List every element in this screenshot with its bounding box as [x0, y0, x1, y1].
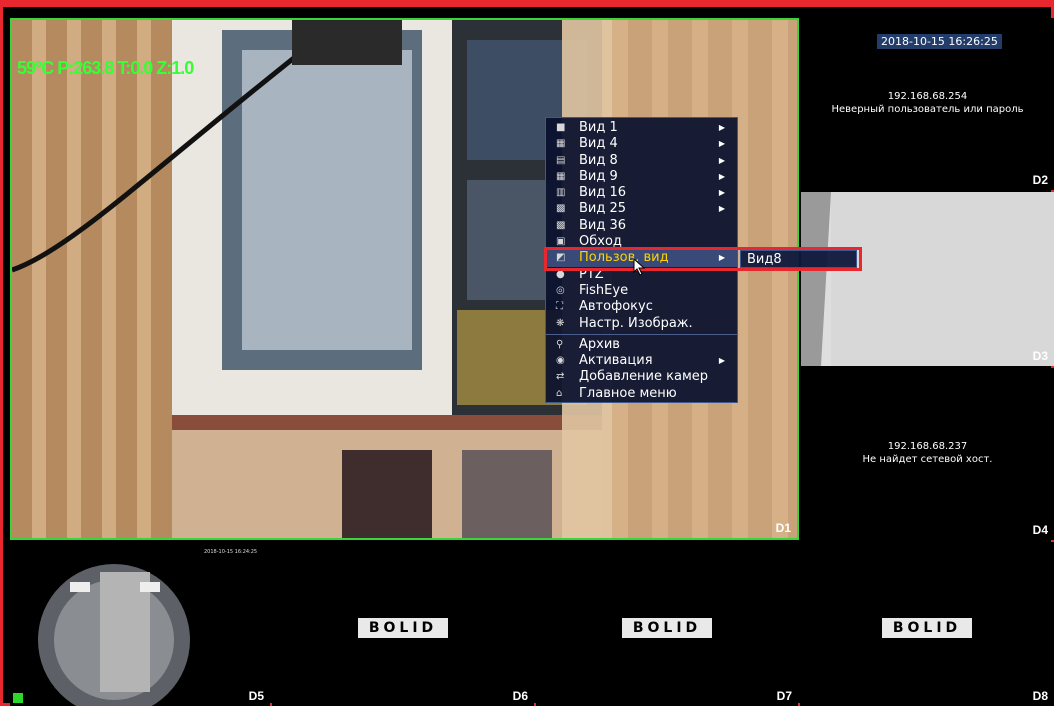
menu-item-label: Вид 9 — [579, 168, 618, 184]
menu-item-label: Вид 8 — [579, 152, 618, 168]
menu-item-autofocus[interactable]: ⛶ Автофокус — [546, 299, 737, 315]
menu-item-label: Добавление камер — [579, 369, 709, 385]
layout-36-icon: ▩ — [556, 219, 566, 231]
layout-4-icon: ▦ — [556, 138, 566, 150]
menu-item-label: Вид 25 — [579, 201, 627, 217]
channel-label-d5: D5 — [248, 689, 264, 703]
menu-item-activation[interactable]: ◉ Активация ▶ — [546, 353, 737, 369]
channel-label-d3: D3 — [1032, 349, 1048, 363]
brand-logo: BOLID — [882, 618, 972, 638]
brand-logo: BOLID — [358, 618, 448, 638]
brand-logo: BOLID — [622, 618, 712, 638]
ptz-icon: ● — [556, 268, 565, 280]
camera-tile-d7[interactable]: BOLID D7 — [536, 542, 798, 706]
menu-item-view9[interactable]: ▦ Вид 9 ▶ — [546, 169, 737, 185]
menu-item-view16[interactable]: ▥ Вид 16 ▶ — [546, 185, 737, 201]
menu-item-label: Вид 4 — [579, 136, 618, 152]
chevron-right-icon: ▶ — [718, 139, 725, 149]
menu-item-label: Активация — [579, 353, 653, 369]
menu-item-archive[interactable]: ⚲ Архив — [546, 337, 737, 353]
error-message: Не найдет сетевой хост. — [862, 454, 993, 465]
timestamp: 2018-10-15 16:26:25 — [877, 34, 1002, 49]
channel-label-d4: D4 — [1032, 523, 1048, 537]
activation-icon: ◉ — [556, 355, 565, 367]
chevron-right-icon: ▶ — [718, 356, 725, 366]
layout-8-icon: ▤ — [556, 154, 566, 166]
layout-9-icon: ▦ — [556, 170, 566, 182]
menu-item-main-menu[interactable]: ⌂ Главное меню — [546, 386, 737, 402]
tour-icon: ▣ — [556, 236, 566, 248]
menu-item-view4[interactable]: ▦ Вид 4 ▶ — [546, 136, 737, 152]
camera-ip: 192.168.68.237 — [887, 441, 968, 452]
layout-25-icon: ▩ — [556, 203, 566, 215]
camera-tile-d4[interactable]: 192.168.68.237 Не найдет сетевой хост. D… — [801, 368, 1054, 540]
image-settings-icon: ❋ — [556, 317, 565, 329]
menu-item-label: Вид 36 — [579, 217, 627, 233]
chevron-right-icon: ▶ — [718, 204, 725, 214]
menu-item-view8[interactable]: ▤ Вид 8 ▶ — [546, 153, 737, 169]
layout-16-icon: ▥ — [556, 187, 566, 199]
menu-item-view25[interactable]: ▩ Вид 25 ▶ — [546, 201, 737, 217]
menu-item-label: Автофокус — [579, 299, 653, 315]
fisheye-image-d5 — [38, 564, 190, 706]
menu-item-label: Вид 1 — [579, 120, 618, 135]
fisheye-icon: ◎ — [556, 284, 565, 296]
channel-label-d7: D7 — [776, 689, 792, 703]
chevron-right-icon: ▶ — [718, 188, 725, 198]
layout-1-icon: ■ — [556, 122, 566, 133]
mouse-cursor-icon — [633, 258, 646, 276]
chevron-right-icon: ▶ — [718, 171, 725, 181]
camera-tile-d5[interactable]: 2018-10-15 16:24:25 D5 — [10, 542, 270, 706]
camera-tile-d6[interactable]: BOLID D6 — [272, 542, 534, 706]
menu-item-label: FishEye — [579, 282, 629, 298]
ptz-overlay: 59°C P:263.8 T:0.0 Z:1.0 — [17, 58, 194, 78]
channel-label-d6: D6 — [512, 689, 528, 703]
menu-item-add-camera[interactable]: ⇄ Добавление камер — [546, 369, 737, 385]
chevron-right-icon: ▶ — [718, 155, 725, 165]
home-icon: ⌂ — [556, 387, 563, 399]
record-indicator — [13, 693, 23, 703]
menu-item-image-settings[interactable]: ❋ Настр. Изображ. — [546, 316, 737, 332]
camera-tile-d3[interactable]: D3 — [801, 192, 1054, 366]
timestamp: 2018-10-15 16:24:25 — [204, 549, 258, 555]
autofocus-icon: ⛶ — [556, 301, 563, 313]
channel-label-d2: D2 — [1032, 173, 1048, 187]
menu-item-view36[interactable]: ▩ Вид 36 — [546, 218, 737, 234]
menu-item-label: Вид 16 — [579, 185, 627, 201]
menu-item-label: Настр. Изображ. — [579, 315, 693, 331]
error-message: Неверный пользователь или пароль — [831, 104, 1024, 115]
camera-tile-d8[interactable]: BOLID D8 — [800, 542, 1054, 706]
camera-image-d3 — [801, 192, 1054, 366]
chevron-right-icon: ▶ — [718, 123, 725, 132]
menu-item-label: Архив — [579, 336, 620, 352]
channel-label-d8: D8 — [1032, 689, 1048, 703]
menu-item-fisheye[interactable]: ◎ FishEye — [546, 283, 737, 299]
menu-divider — [546, 333, 737, 335]
camera-tile-d2[interactable]: 2018-10-15 16:26:25 192.168.68.254 Невер… — [801, 18, 1054, 190]
menu-item-view1[interactable]: ■ Вид 1 ▶ — [546, 120, 737, 136]
highlight-annotation — [544, 247, 862, 271]
search-icon: ⚲ — [556, 338, 564, 350]
channel-label-d1: D1 — [775, 521, 791, 535]
add-camera-icon: ⇄ — [556, 371, 565, 383]
camera-ip: 192.168.68.254 — [887, 91, 968, 102]
menu-item-label: Главное меню — [579, 385, 677, 401]
